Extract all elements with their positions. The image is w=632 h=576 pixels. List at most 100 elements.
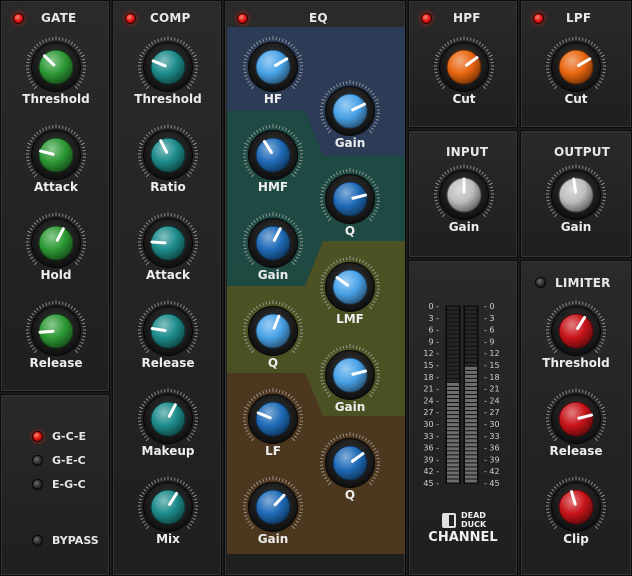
eq-lmf-freq-knob[interactable] [318, 255, 382, 319]
lpf-title: LPF [566, 11, 592, 25]
meter-scale-left-33: 33 - [423, 432, 439, 441]
limiter-title: LIMITER [555, 276, 611, 290]
eq-lf-q-knob[interactable] [318, 431, 382, 495]
eq-lmf-q-knob-label: Q [267, 356, 279, 370]
limiter-clip-knob-label: Clip [563, 532, 589, 546]
eq-hf-gain-knob[interactable] [318, 79, 382, 143]
hpf-cut-knob[interactable] [432, 35, 496, 99]
eq-hmf-gain-knob-label: Gain [257, 268, 289, 282]
meter-scale-right-45: - 45 [484, 479, 500, 488]
gate-enable-led[interactable] [13, 13, 24, 24]
meter-scale-left-27: 27 - [423, 408, 439, 417]
meter-scale-left-15: 15 - [423, 361, 439, 370]
input-gain-knob[interactable] [432, 163, 496, 227]
gate-release-knob[interactable] [24, 299, 88, 363]
eq-lmf-gain-knob[interactable] [318, 343, 382, 407]
meter-bar-right-segment [465, 403, 477, 407]
route-egc-led [32, 479, 43, 490]
meter-bar-right-segment [465, 471, 477, 475]
comp-mix-knob[interactable] [136, 475, 200, 539]
lpf-enable-led[interactable] [533, 13, 544, 24]
gate-hold-knob[interactable] [24, 211, 88, 275]
meter-bar-right-segment [465, 435, 477, 439]
limiter-threshold-knob[interactable] [544, 299, 608, 363]
meter-scale-left-30: 30 - [423, 420, 439, 429]
meter-bar-right-segment [465, 306, 477, 310]
input-title: INPUT [446, 145, 489, 159]
meter-bar-right-segment [465, 350, 477, 354]
eq-hmf-q-knob[interactable] [318, 167, 382, 231]
eq-hmf-gain-knob[interactable] [241, 211, 305, 275]
comp-threshold-knob[interactable] [136, 35, 200, 99]
meter-scale-right-0: - 0 [484, 302, 495, 311]
comp-release-knob[interactable] [136, 299, 200, 363]
route-gec-option[interactable]: G-E-C [32, 454, 86, 467]
limiter-release-knob[interactable] [544, 387, 608, 451]
meter-bar-left-segment [447, 435, 459, 439]
meter-bar-right-segment [465, 451, 477, 455]
meter-bar-left-segment [447, 342, 459, 346]
logo-line1: DEAD [461, 511, 486, 520]
meter-bar-right-segment [465, 423, 477, 427]
gate-threshold-knob[interactable] [24, 35, 88, 99]
output-gain-knob[interactable] [544, 163, 608, 227]
meter-bar-right-segment [465, 455, 477, 459]
comp-ratio-knob[interactable] [136, 123, 200, 187]
meter-scale-right-33: - 33 [484, 432, 500, 441]
eq-hmf-freq-knob-label: HMF [257, 180, 289, 194]
meter-scale-left-6: 6 - [428, 326, 439, 335]
gate-attack-knob[interactable] [24, 123, 88, 187]
comp-enable-led[interactable] [125, 13, 136, 24]
limiter-clip-knob[interactable] [544, 475, 608, 539]
meter-scale-right-39: - 39 [484, 455, 500, 464]
meter-bar-left-segment [447, 362, 459, 366]
meter-bar-left-segment [447, 346, 459, 350]
level-meter: 0 - - 0 3 - - 3 6 - - 6 9 - - 9 12 - - 12 15 - - 15… [423, 302, 500, 488]
meter-scale-right-27: - 27 [484, 408, 500, 417]
meter-bar-left-segment [447, 322, 459, 326]
meter-bar-right-segment [465, 386, 477, 390]
gate-hold-knob-label: Hold [40, 268, 72, 282]
meter-bar-right-segment [465, 346, 477, 350]
meter-scale-right-15: - 15 [484, 361, 500, 370]
eq-lf-freq-knob[interactable] [241, 387, 305, 451]
meter-bar-left-segment [447, 395, 459, 399]
bypass-toggle[interactable]: BYPASS [32, 534, 99, 547]
meter-bar-right-segment [465, 467, 477, 471]
lpf-cut-knob[interactable] [544, 35, 608, 99]
eq-hmf-freq-knob[interactable] [241, 123, 305, 187]
logo-line2: DUCK [461, 520, 487, 529]
gate-title: GATE [41, 11, 77, 25]
meter-bar-left-segment [447, 382, 459, 386]
eq-lf-gain-knob[interactable] [241, 475, 305, 539]
route-gec-led [32, 455, 43, 466]
comp-ratio-knob-label: Ratio [150, 180, 186, 194]
meter-scale-left-9: 9 - [428, 337, 439, 346]
meter-bar-right-segment [465, 479, 477, 483]
lpf-cut-knob-label: Cut [564, 92, 588, 106]
limiter-enable-led[interactable] [535, 277, 546, 288]
comp-makeup-knob[interactable] [136, 387, 200, 451]
meter-bar-left-segment [447, 431, 459, 435]
output-panel: OUTPUT Gain [520, 130, 632, 258]
route-egc-option[interactable]: E-G-C [32, 478, 86, 491]
meter-bar-left-segment [447, 318, 459, 322]
route-egc-label: E-G-C [52, 478, 86, 491]
meter-scale-left-0: 0 - [428, 302, 439, 311]
dead-duck-logo-icon [442, 513, 456, 528]
dead-duck-logo: DEAD DUCK [442, 510, 500, 532]
meter-bar-left-segment [447, 455, 459, 459]
meter-bar-right-segment [465, 439, 477, 443]
eq-lmf-q-knob[interactable] [241, 299, 305, 363]
comp-panel: COMP Threshold Ratio Attack Release Make… [112, 0, 222, 576]
meter-bar-right-segment [465, 427, 477, 431]
route-gce-option[interactable]: G-C-E [32, 430, 86, 443]
comp-attack-knob[interactable] [136, 211, 200, 275]
hpf-cut-knob-label: Cut [452, 92, 476, 106]
meter-scale-right-24: - 24 [484, 396, 500, 405]
bypass-led [32, 535, 43, 546]
eq-hf-freq-knob[interactable] [241, 35, 305, 99]
hpf-enable-led[interactable] [421, 13, 432, 24]
comp-threshold-knob-label: Threshold [134, 92, 202, 106]
meter-bar-left-segment [447, 390, 459, 394]
